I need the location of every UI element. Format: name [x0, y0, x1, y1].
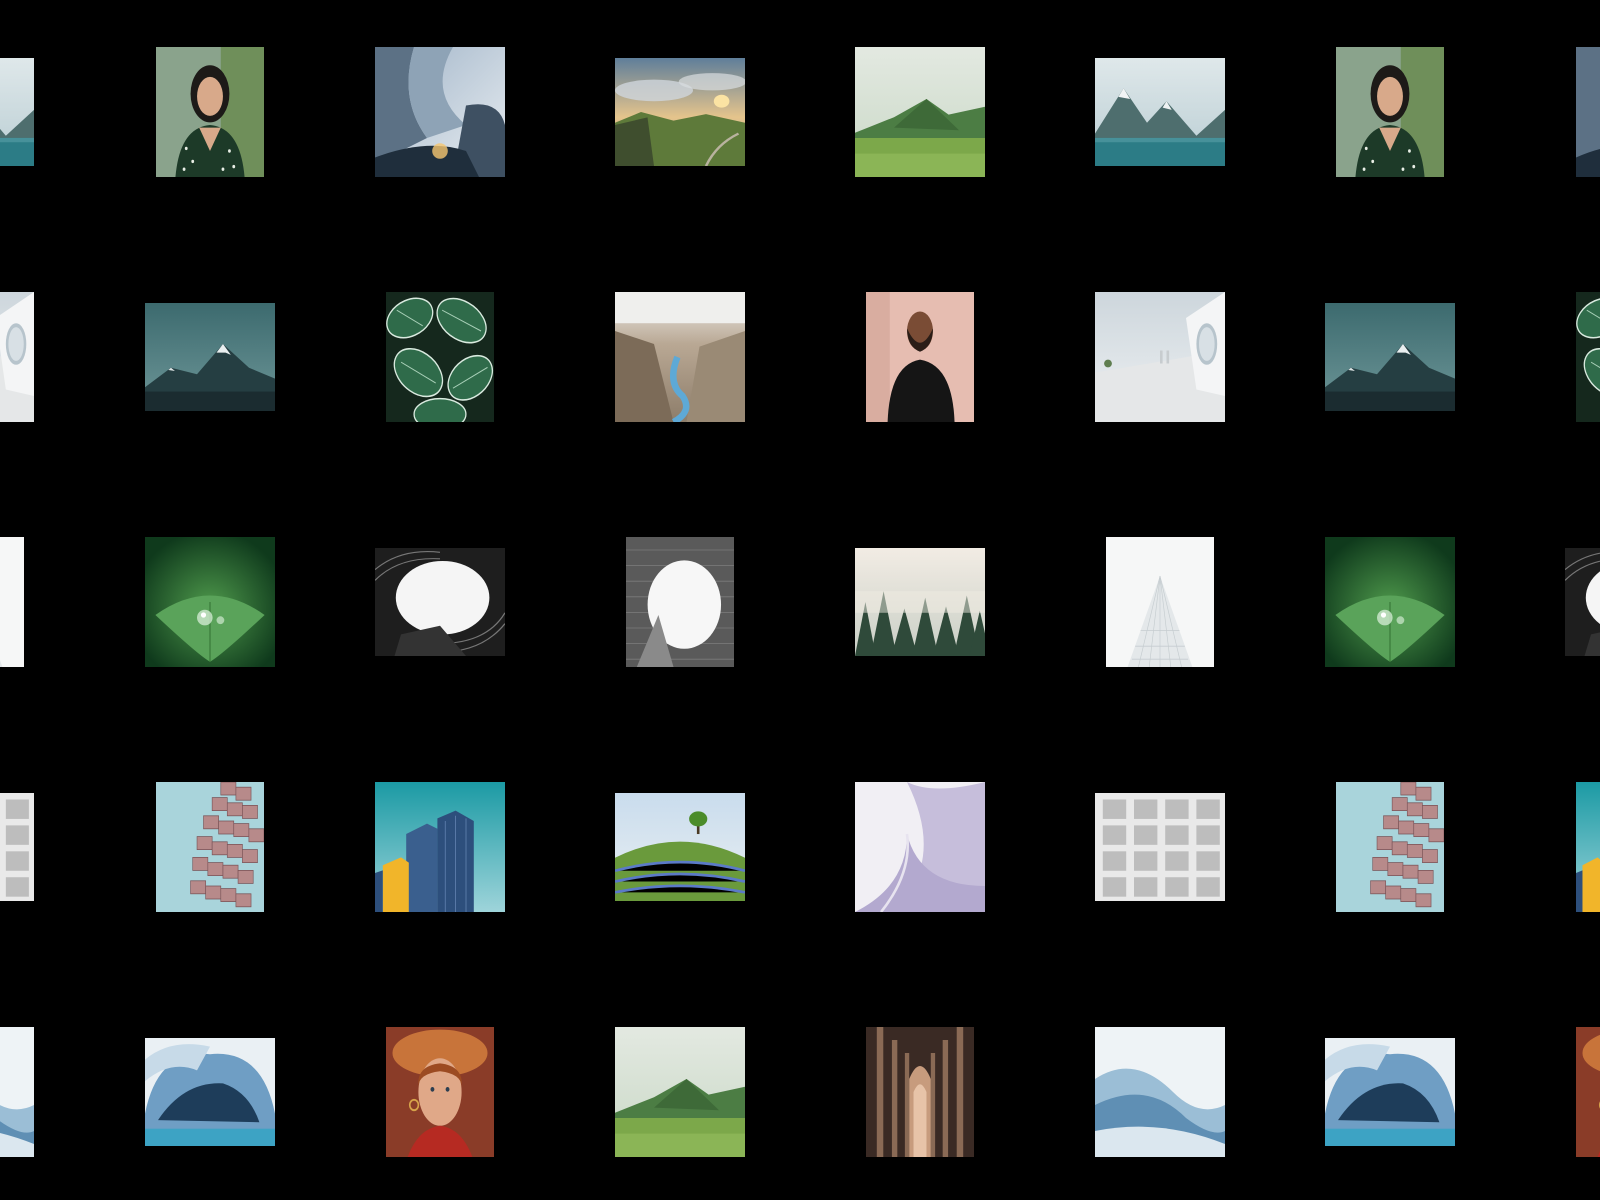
thumbnail-misty-blue-mountains[interactable]: [1095, 1027, 1225, 1157]
image-grid: [0, 0, 1600, 1200]
thumbnail-misty-forest[interactable]: [855, 548, 985, 656]
thumbnail-curved-metal-building[interactable]: [1576, 47, 1600, 177]
thumbnail-mountain-lake[interactable]: [1095, 58, 1225, 166]
thumbnail-white-facade[interactable]: [1095, 793, 1225, 901]
thumbnail-foggy-skyscraper[interactable]: [1106, 537, 1214, 667]
thumbnail-teal-mountain-peak[interactable]: [145, 303, 275, 411]
thumbnail-man-portrait[interactable]: [866, 292, 974, 422]
thumbnail-yellow-blue-buildings[interactable]: [1576, 782, 1600, 912]
thumbnail-woman-in-hat[interactable]: [1576, 1027, 1600, 1157]
thumbnail-canyon-river[interactable]: [615, 292, 745, 422]
thumbnail-curved-metal-building[interactable]: [375, 47, 505, 177]
thumbnail-woman-in-hat[interactable]: [386, 1027, 494, 1157]
thumbnail-water-drop-leaf[interactable]: [145, 537, 275, 667]
thumbnail-circular-building-sky[interactable]: [1565, 548, 1600, 656]
thumbnail-woman-portrait[interactable]: [1336, 47, 1444, 177]
thumbnail-ice-cave[interactable]: [145, 1038, 275, 1146]
thumbnail-teal-mountain-peak[interactable]: [1325, 303, 1455, 411]
thumbnail-tree-on-hill[interactable]: [615, 793, 745, 901]
thumbnail-cloudy-cliff[interactable]: [615, 58, 745, 166]
thumbnail-white-arch-walkway[interactable]: [1095, 292, 1225, 422]
thumbnail-pink-block-tower[interactable]: [156, 782, 264, 912]
thumbnail-green-hills[interactable]: [855, 47, 985, 177]
thumbnail-mountain-lake[interactable]: [0, 58, 34, 166]
thumbnail-water-drop-leaf[interactable]: [1325, 537, 1455, 667]
thumbnail-misty-blue-mountains[interactable]: [0, 1027, 34, 1157]
thumbnail-ice-cave[interactable]: [1325, 1038, 1455, 1146]
thumbnail-striped-leaves[interactable]: [1576, 292, 1600, 422]
thumbnail-yellow-blue-buildings[interactable]: [375, 782, 505, 912]
thumbnail-white-facade[interactable]: [0, 793, 34, 901]
thumbnail-cathedral-arches[interactable]: [866, 1027, 974, 1157]
thumbnail-striped-leaves[interactable]: [386, 292, 494, 422]
thumbnail-round-opening-sky[interactable]: [626, 537, 734, 667]
thumbnail-green-hills[interactable]: [615, 1027, 745, 1157]
thumbnail-pink-block-tower[interactable]: [1336, 782, 1444, 912]
thumbnail-woman-portrait[interactable]: [156, 47, 264, 177]
thumbnail-lavender-curved-roof[interactable]: [855, 782, 985, 912]
thumbnail-circular-building-sky[interactable]: [375, 548, 505, 656]
thumbnail-white-arch-walkway[interactable]: [0, 292, 34, 422]
thumbnail-foggy-skyscraper[interactable]: [0, 537, 24, 667]
